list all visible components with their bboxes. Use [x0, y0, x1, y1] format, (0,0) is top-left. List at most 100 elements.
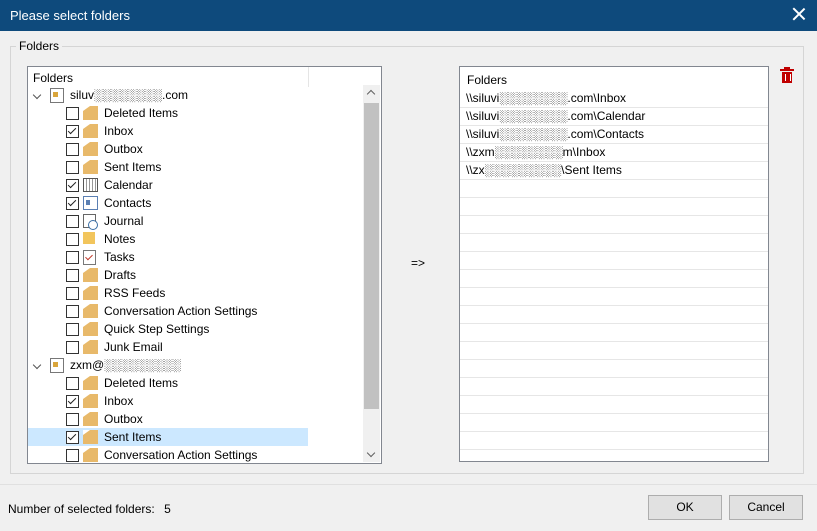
folder-tree[interactable]: Folders siluv░░░░░░░░.com Deleted Items In… — [27, 66, 382, 464]
folder-checkbox[interactable] — [66, 413, 79, 426]
folder-label: Sent Items — [104, 430, 162, 444]
folder-checkbox[interactable] — [66, 197, 79, 210]
folder-label: Tasks — [104, 250, 135, 264]
folder-checkbox[interactable] — [66, 323, 79, 336]
folder-checkbox[interactable] — [66, 287, 79, 300]
folder-label: RSS Feeds — [104, 286, 166, 300]
folder-icon — [83, 106, 98, 120]
folder-checkbox[interactable] — [66, 107, 79, 120]
folder-icon — [83, 160, 98, 174]
tree-scrollbar[interactable] — [363, 85, 380, 462]
list-empty-row — [460, 342, 768, 360]
tree-column-header[interactable]: Folders — [28, 67, 309, 87]
cancel-button[interactable]: Cancel — [729, 495, 803, 520]
account-label: zxm@░░░░░░░░░ — [70, 358, 181, 372]
list-empty-row — [460, 270, 768, 288]
folder-label: Calendar — [104, 178, 153, 192]
folder-checkbox[interactable] — [66, 269, 79, 282]
tree-folder-row[interactable]: Sent Items — [28, 158, 363, 176]
list-empty-row — [460, 216, 768, 234]
tree-folder-row[interactable]: Quick Step Settings — [28, 320, 363, 338]
tree-folder-row[interactable]: Drafts — [28, 266, 363, 284]
tree-folder-row[interactable]: Deleted Items — [28, 104, 363, 122]
list-empty-row — [460, 252, 768, 270]
chevron-down-icon[interactable] — [32, 90, 42, 100]
folder-label: Notes — [104, 232, 136, 246]
folder-icon — [83, 268, 98, 282]
tree-folder-row[interactable]: Junk Email — [28, 338, 363, 356]
folder-checkbox[interactable] — [66, 431, 79, 444]
account-label: siluv░░░░░░░░.com — [70, 88, 189, 102]
folder-checkbox[interactable] — [66, 305, 79, 318]
list-column-header[interactable]: Folders — [460, 67, 768, 89]
tree-folder-row[interactable]: Outbox — [28, 410, 363, 428]
transfer-arrow: => — [411, 256, 426, 270]
tree-folder-row[interactable]: Tasks — [28, 248, 363, 266]
tree-header-label: Folders — [33, 71, 74, 85]
tree-folder-row[interactable]: Journal — [28, 212, 363, 230]
folder-icon — [83, 376, 98, 390]
folder-checkbox[interactable] — [66, 395, 79, 408]
folder-label: Outbox — [104, 412, 143, 426]
folder-checkbox[interactable] — [66, 161, 79, 174]
tree-folder-row[interactable]: Inbox — [28, 392, 363, 410]
folder-checkbox[interactable] — [66, 215, 79, 228]
tree-folder-row[interactable]: Notes — [28, 230, 363, 248]
folder-checkbox[interactable] — [66, 143, 79, 156]
tree-folder-row[interactable]: Inbox — [28, 122, 363, 140]
tree-folder-row[interactable]: RSS Feeds — [28, 284, 363, 302]
list-empty-row — [460, 378, 768, 396]
folder-label: Deleted Items — [104, 376, 179, 390]
folder-icon — [83, 322, 98, 336]
scroll-down-icon[interactable] — [366, 448, 376, 458]
window-title: Please select folders — [10, 8, 130, 23]
tree-rows: siluv░░░░░░░░.com Deleted Items Inbox Outbo… — [28, 86, 363, 463]
folder-checkbox[interactable] — [66, 233, 79, 246]
tree-folder-row[interactable]: Calendar — [28, 176, 363, 194]
folder-checkbox[interactable] — [66, 449, 79, 462]
folder-checkbox[interactable] — [66, 125, 79, 138]
folder-checkbox[interactable] — [66, 251, 79, 264]
folder-icon — [83, 412, 98, 426]
folder-label: Conversation Action Settings — [104, 448, 258, 462]
folder-label: Deleted Items — [104, 106, 179, 120]
folder-icon — [83, 286, 98, 300]
ok-button[interactable]: OK — [648, 495, 722, 520]
tree-folder-row[interactable]: Conversation Action Settings — [28, 446, 363, 463]
folder-checkbox[interactable] — [66, 341, 79, 354]
tree-account-row[interactable]: zxm@░░░░░░░░░ — [28, 356, 363, 374]
chevron-down-icon[interactable] — [32, 360, 42, 370]
tree-account-row[interactable]: siluv░░░░░░░░.com — [28, 86, 363, 104]
folder-icon — [83, 430, 98, 444]
folder-checkbox[interactable] — [66, 179, 79, 192]
scroll-up-icon[interactable] — [366, 89, 376, 99]
account-icon — [50, 88, 64, 103]
list-item[interactable]: \\zx░░░░░░░░░\Sent Items — [460, 162, 768, 180]
list-item[interactable]: \\siluvi░░░░░░░░.com\Inbox — [460, 90, 768, 108]
title-bar: Please select folders — [0, 0, 817, 31]
tree-folder-row[interactable]: Outbox — [28, 140, 363, 158]
selected-folders-list[interactable]: Folders \\siluvi░░░░░░░░.com\Inbox \\silu… — [459, 66, 769, 462]
folder-icon — [83, 142, 98, 156]
list-item[interactable]: \\zxm░░░░░░░░m\Inbox — [460, 144, 768, 162]
list-rows: \\siluvi░░░░░░░░.com\Inbox \\siluvi░░░░░░… — [460, 90, 768, 461]
list-item[interactable]: \\siluvi░░░░░░░░.com\Calendar — [460, 108, 768, 126]
tree-folder-row[interactable]: Sent Items — [28, 428, 308, 446]
folder-icon — [83, 124, 98, 138]
folder-checkbox[interactable] — [66, 377, 79, 390]
list-item[interactable]: \\siluvi░░░░░░░░.com\Contacts — [460, 126, 768, 144]
tree-folder-row[interactable]: Contacts — [28, 194, 363, 212]
calendar-icon — [83, 178, 98, 192]
scroll-thumb[interactable] — [364, 103, 379, 409]
list-empty-row — [460, 306, 768, 324]
close-icon[interactable] — [791, 6, 807, 22]
status-label: Number of selected folders: — [8, 502, 155, 516]
tree-folder-row[interactable]: Deleted Items — [28, 374, 363, 392]
list-empty-row — [460, 180, 768, 198]
tree-folder-row[interactable]: Conversation Action Settings — [28, 302, 363, 320]
list-empty-row — [460, 324, 768, 342]
folder-label: Journal — [104, 214, 144, 228]
list-header-label: Folders — [467, 73, 508, 87]
tasks-icon — [83, 250, 96, 265]
delete-icon[interactable] — [780, 67, 794, 84]
